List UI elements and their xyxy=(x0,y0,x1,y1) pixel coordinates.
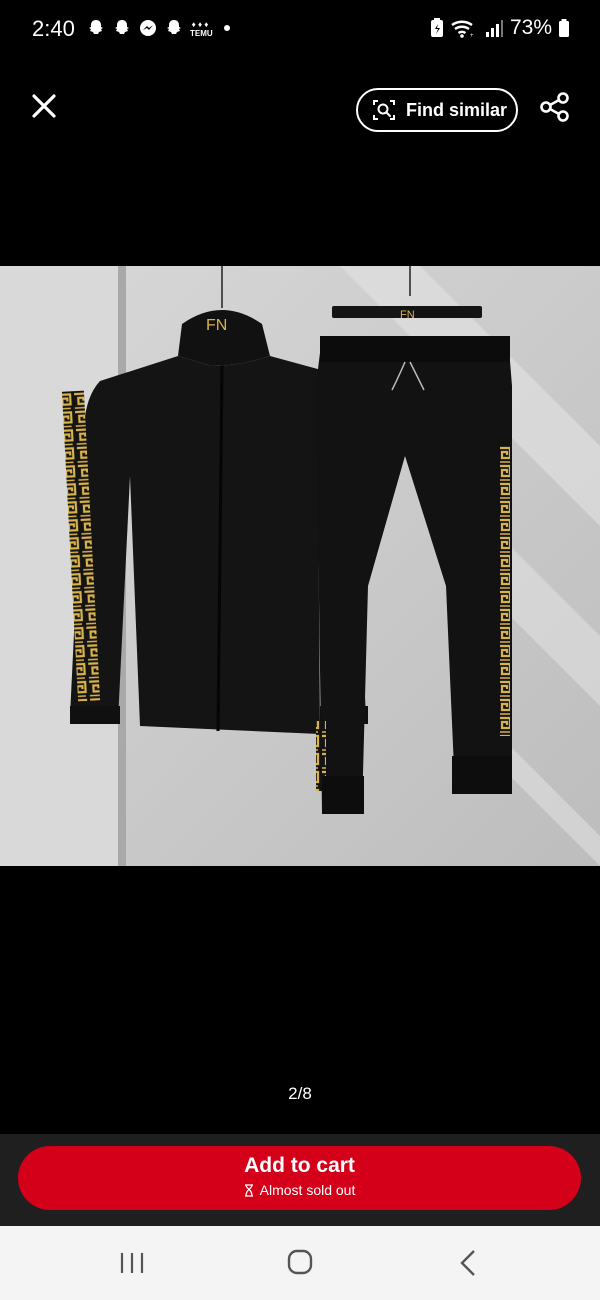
tracksuit-photo: FN FN xyxy=(0,266,600,866)
share-icon xyxy=(540,92,569,122)
product-image[interactable]: FN FN xyxy=(0,266,600,866)
status-bar: 2:40 ♦ ♦ ♦ TEMU + 73% xyxy=(0,0,600,60)
add-to-cart-button[interactable]: Add to cart Almost sold out xyxy=(18,1146,581,1210)
temu-label: TEMU xyxy=(190,29,213,38)
battery-icon xyxy=(559,19,569,37)
svg-text:+: + xyxy=(470,33,474,39)
share-button[interactable] xyxy=(538,90,572,124)
home-icon xyxy=(287,1249,313,1275)
stock-note-text: Almost sold out xyxy=(259,1182,356,1198)
snapchat-icon xyxy=(167,20,181,34)
recents-button[interactable] xyxy=(112,1248,152,1278)
snapchat-icon xyxy=(115,20,129,34)
wifi-icon: + xyxy=(451,20,474,39)
back-button[interactable] xyxy=(448,1248,488,1278)
system-nav-bar xyxy=(0,1226,600,1300)
status-time: 2:40 xyxy=(32,16,75,41)
status-right: + 73% xyxy=(430,16,570,40)
find-similar-button[interactable]: Find similar xyxy=(356,88,518,132)
close-button[interactable] xyxy=(28,90,60,122)
more-notifications-dot xyxy=(224,25,230,31)
image-pager: 2/8 xyxy=(288,1084,312,1103)
hourglass-icon xyxy=(244,1183,253,1197)
messenger-icon xyxy=(140,20,156,36)
battery-percent: 73% xyxy=(509,16,552,39)
temu-icon: ♦ ♦ ♦ TEMU xyxy=(190,20,213,38)
home-button[interactable] xyxy=(280,1248,320,1278)
battery-saver-icon xyxy=(430,18,443,37)
recents-icon xyxy=(120,1253,144,1273)
stock-note: Almost sold out xyxy=(18,1182,581,1198)
jacket-logo: FN xyxy=(206,317,227,334)
close-icon xyxy=(32,94,56,118)
cart-panel: Add to cart Almost sold out xyxy=(0,1134,600,1226)
back-icon xyxy=(460,1250,475,1276)
visual-search-icon xyxy=(373,100,395,120)
find-similar-label: Find similar xyxy=(406,99,508,120)
signal-icon xyxy=(485,20,503,37)
notification-icons: ♦ ♦ ♦ TEMU xyxy=(86,18,230,38)
add-to-cart-label: Add to cart xyxy=(244,1154,355,1177)
snapchat-icon xyxy=(89,20,103,34)
hanger-logo: FN xyxy=(400,309,415,321)
